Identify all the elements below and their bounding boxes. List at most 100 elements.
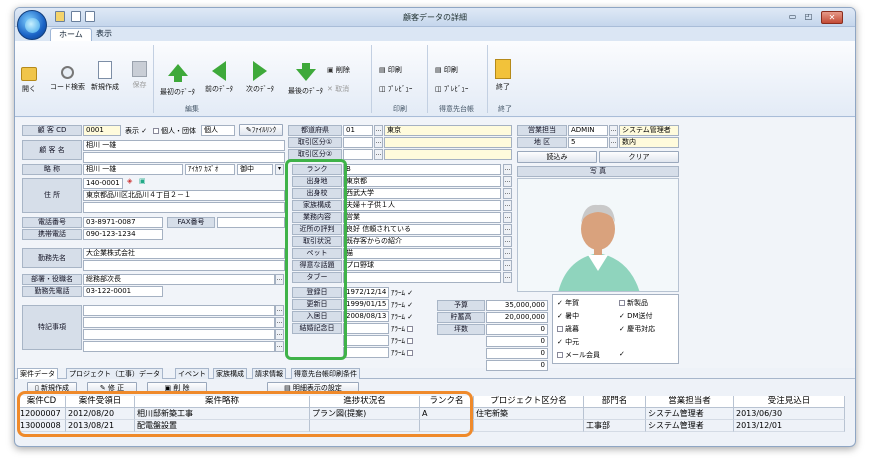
- search-address-icon[interactable]: ▣: [139, 177, 146, 185]
- deal-status-field[interactable]: 既存客からの紹介: [343, 236, 501, 247]
- alarm-checkbox-4[interactable]: ｱﾗｰﾑ: [391, 324, 415, 334]
- notes-dots-1[interactable]: …: [275, 305, 284, 316]
- code-search-button[interactable]: コード検索: [50, 61, 85, 92]
- check-nenga[interactable]: ✓ 年賀: [557, 298, 579, 308]
- checkbox[interactable]: [153, 128, 159, 134]
- dept-field[interactable]: 総務部次長: [83, 274, 275, 285]
- pref-code-field[interactable]: 01: [343, 125, 373, 136]
- extra-number-1[interactable]: 0: [486, 336, 548, 347]
- region-code[interactable]: 5: [568, 137, 608, 148]
- preview-button[interactable]: ◫ ﾌﾟﾚﾋﾞｭｰ: [379, 84, 412, 94]
- tab-events[interactable]: イベント: [175, 368, 209, 379]
- customer-name-field-2[interactable]: [83, 152, 285, 163]
- check-dm[interactable]: ✓ DM送付: [619, 311, 653, 321]
- birthplace-field[interactable]: 東京都: [343, 176, 501, 187]
- table-cell[interactable]: [474, 420, 584, 432]
- kojin-select[interactable]: 個人: [201, 125, 235, 136]
- load-photo-button[interactable]: 読込み: [517, 151, 597, 163]
- region-field[interactable]: 数内: [619, 137, 679, 148]
- region-dots[interactable]: …: [609, 137, 618, 148]
- customer-code-field[interactable]: 0001: [83, 125, 121, 136]
- sales-rep-dots[interactable]: …: [609, 125, 618, 136]
- category1-dots[interactable]: …: [374, 137, 383, 148]
- zip-field[interactable]: 140-0001: [83, 178, 123, 189]
- table-cell[interactable]: 2013/06/30: [734, 408, 845, 420]
- check-new-product[interactable]: 新製品: [619, 298, 648, 308]
- notes-field-1[interactable]: [83, 305, 275, 316]
- save-button[interactable]: 保存: [132, 61, 147, 90]
- table-cell[interactable]: [584, 408, 646, 420]
- app-menu-orb[interactable]: [17, 10, 47, 40]
- address-field[interactable]: 東京都品川区北品川４丁目２－１: [83, 190, 285, 201]
- job-dots[interactable]: …: [503, 212, 512, 223]
- tab-view[interactable]: 表示: [88, 28, 120, 41]
- family-field[interactable]: 夫婦＋子供１人: [343, 200, 501, 211]
- pref-dots[interactable]: …: [374, 125, 383, 136]
- alarm-checkbox-2[interactable]: ｱﾗｰﾑ ✓: [391, 300, 413, 310]
- exit-button[interactable]: 終了: [495, 59, 511, 92]
- anniversary-field[interactable]: [343, 323, 389, 334]
- pet-dots[interactable]: …: [503, 248, 512, 259]
- ledger-print-button[interactable]: ▤ 印刷: [435, 65, 458, 75]
- taboo-dots[interactable]: …: [503, 272, 512, 283]
- tsubo-field[interactable]: 0: [486, 324, 548, 335]
- honorific-select[interactable]: 御中: [237, 164, 273, 175]
- print-button[interactable]: ▤ 印刷: [379, 65, 402, 75]
- cancel-button[interactable]: ✕ 取消: [327, 84, 349, 94]
- col-header-dept[interactable]: 部門名: [584, 396, 646, 408]
- topic-dots[interactable]: …: [503, 260, 512, 271]
- category2-dots[interactable]: …: [374, 149, 383, 160]
- category1-field[interactable]: [384, 137, 512, 148]
- school-dots[interactable]: …: [503, 188, 512, 199]
- tel-field[interactable]: 03-8971-0087: [83, 217, 163, 228]
- company-field-2[interactable]: [83, 260, 285, 271]
- category2-code[interactable]: [343, 149, 373, 160]
- category2-field[interactable]: [384, 149, 512, 160]
- tab-billing[interactable]: 請求情報: [252, 368, 286, 379]
- last-record-button[interactable]: 最後のﾃﾞｰﾀ: [288, 61, 323, 96]
- maximize-button[interactable]: ◰: [801, 11, 816, 24]
- budget-field[interactable]: 35,000,000: [486, 300, 548, 311]
- check-keicho[interactable]: ✓ 慶弔対応: [619, 324, 655, 334]
- reputation-dots[interactable]: …: [503, 224, 512, 235]
- notes-dots-2[interactable]: …: [275, 317, 284, 328]
- tab-ledger-print[interactable]: 得意先台帳印刷条件: [291, 368, 360, 379]
- new-button[interactable]: 新規作成: [91, 61, 119, 92]
- next-record-button[interactable]: 次のﾃﾞｰﾀ: [246, 61, 274, 94]
- extra-number-2[interactable]: 0: [486, 348, 548, 359]
- notes-field-3[interactable]: [83, 329, 275, 340]
- fax-field[interactable]: [217, 217, 285, 228]
- col-header-order-date[interactable]: 受注見込日: [734, 396, 845, 408]
- map-icon[interactable]: ◈: [127, 177, 132, 185]
- company-field[interactable]: 大企業株式会社: [83, 248, 285, 259]
- first-record-button[interactable]: 最初のﾃﾞｰﾀ: [160, 61, 195, 97]
- prev-record-button[interactable]: 前のﾃﾞｰﾀ: [205, 61, 233, 94]
- notes-dots-3[interactable]: …: [275, 329, 284, 340]
- delete-button[interactable]: ▣ 削除: [327, 65, 350, 75]
- table-cell[interactable]: 住宅新築: [474, 408, 584, 420]
- family-dots[interactable]: …: [503, 200, 512, 211]
- work-tel-field[interactable]: 03-122-0001: [83, 286, 163, 297]
- job-field[interactable]: 営業: [343, 212, 501, 223]
- display-checkbox[interactable]: 表示 ✓: [125, 126, 147, 136]
- notes-dots-4[interactable]: …: [275, 341, 284, 352]
- short-name-field[interactable]: 相川 一雄: [83, 164, 183, 175]
- rank-field[interactable]: B: [343, 164, 501, 175]
- check-extra[interactable]: ✓: [619, 350, 625, 358]
- clear-photo-button[interactable]: クリア: [599, 151, 679, 163]
- table-cell[interactable]: システム管理者: [646, 420, 734, 432]
- move-in-field[interactable]: 2008/08/13: [343, 311, 389, 322]
- savings-field[interactable]: 20,000,000: [486, 312, 548, 323]
- table-cell[interactable]: 工事部: [584, 420, 646, 432]
- pref-field[interactable]: 東京: [384, 125, 512, 136]
- open-button[interactable]: 開く: [21, 61, 37, 94]
- registered-field[interactable]: 1972/12/14: [343, 287, 389, 298]
- tab-construction[interactable]: プロジェクト（工事）データ: [66, 368, 163, 379]
- extra-date-2[interactable]: [343, 347, 389, 358]
- deal-status-dots[interactable]: …: [503, 236, 512, 247]
- col-header-category[interactable]: プロジェクト区分名: [474, 396, 584, 408]
- table-cell[interactable]: 2013/12/01: [734, 420, 845, 432]
- notes-field-2[interactable]: [83, 317, 275, 328]
- address-field-2[interactable]: [83, 202, 285, 213]
- file-link-button[interactable]: ✎ﾌｧｲﾙﾘﾝｸ: [239, 124, 283, 136]
